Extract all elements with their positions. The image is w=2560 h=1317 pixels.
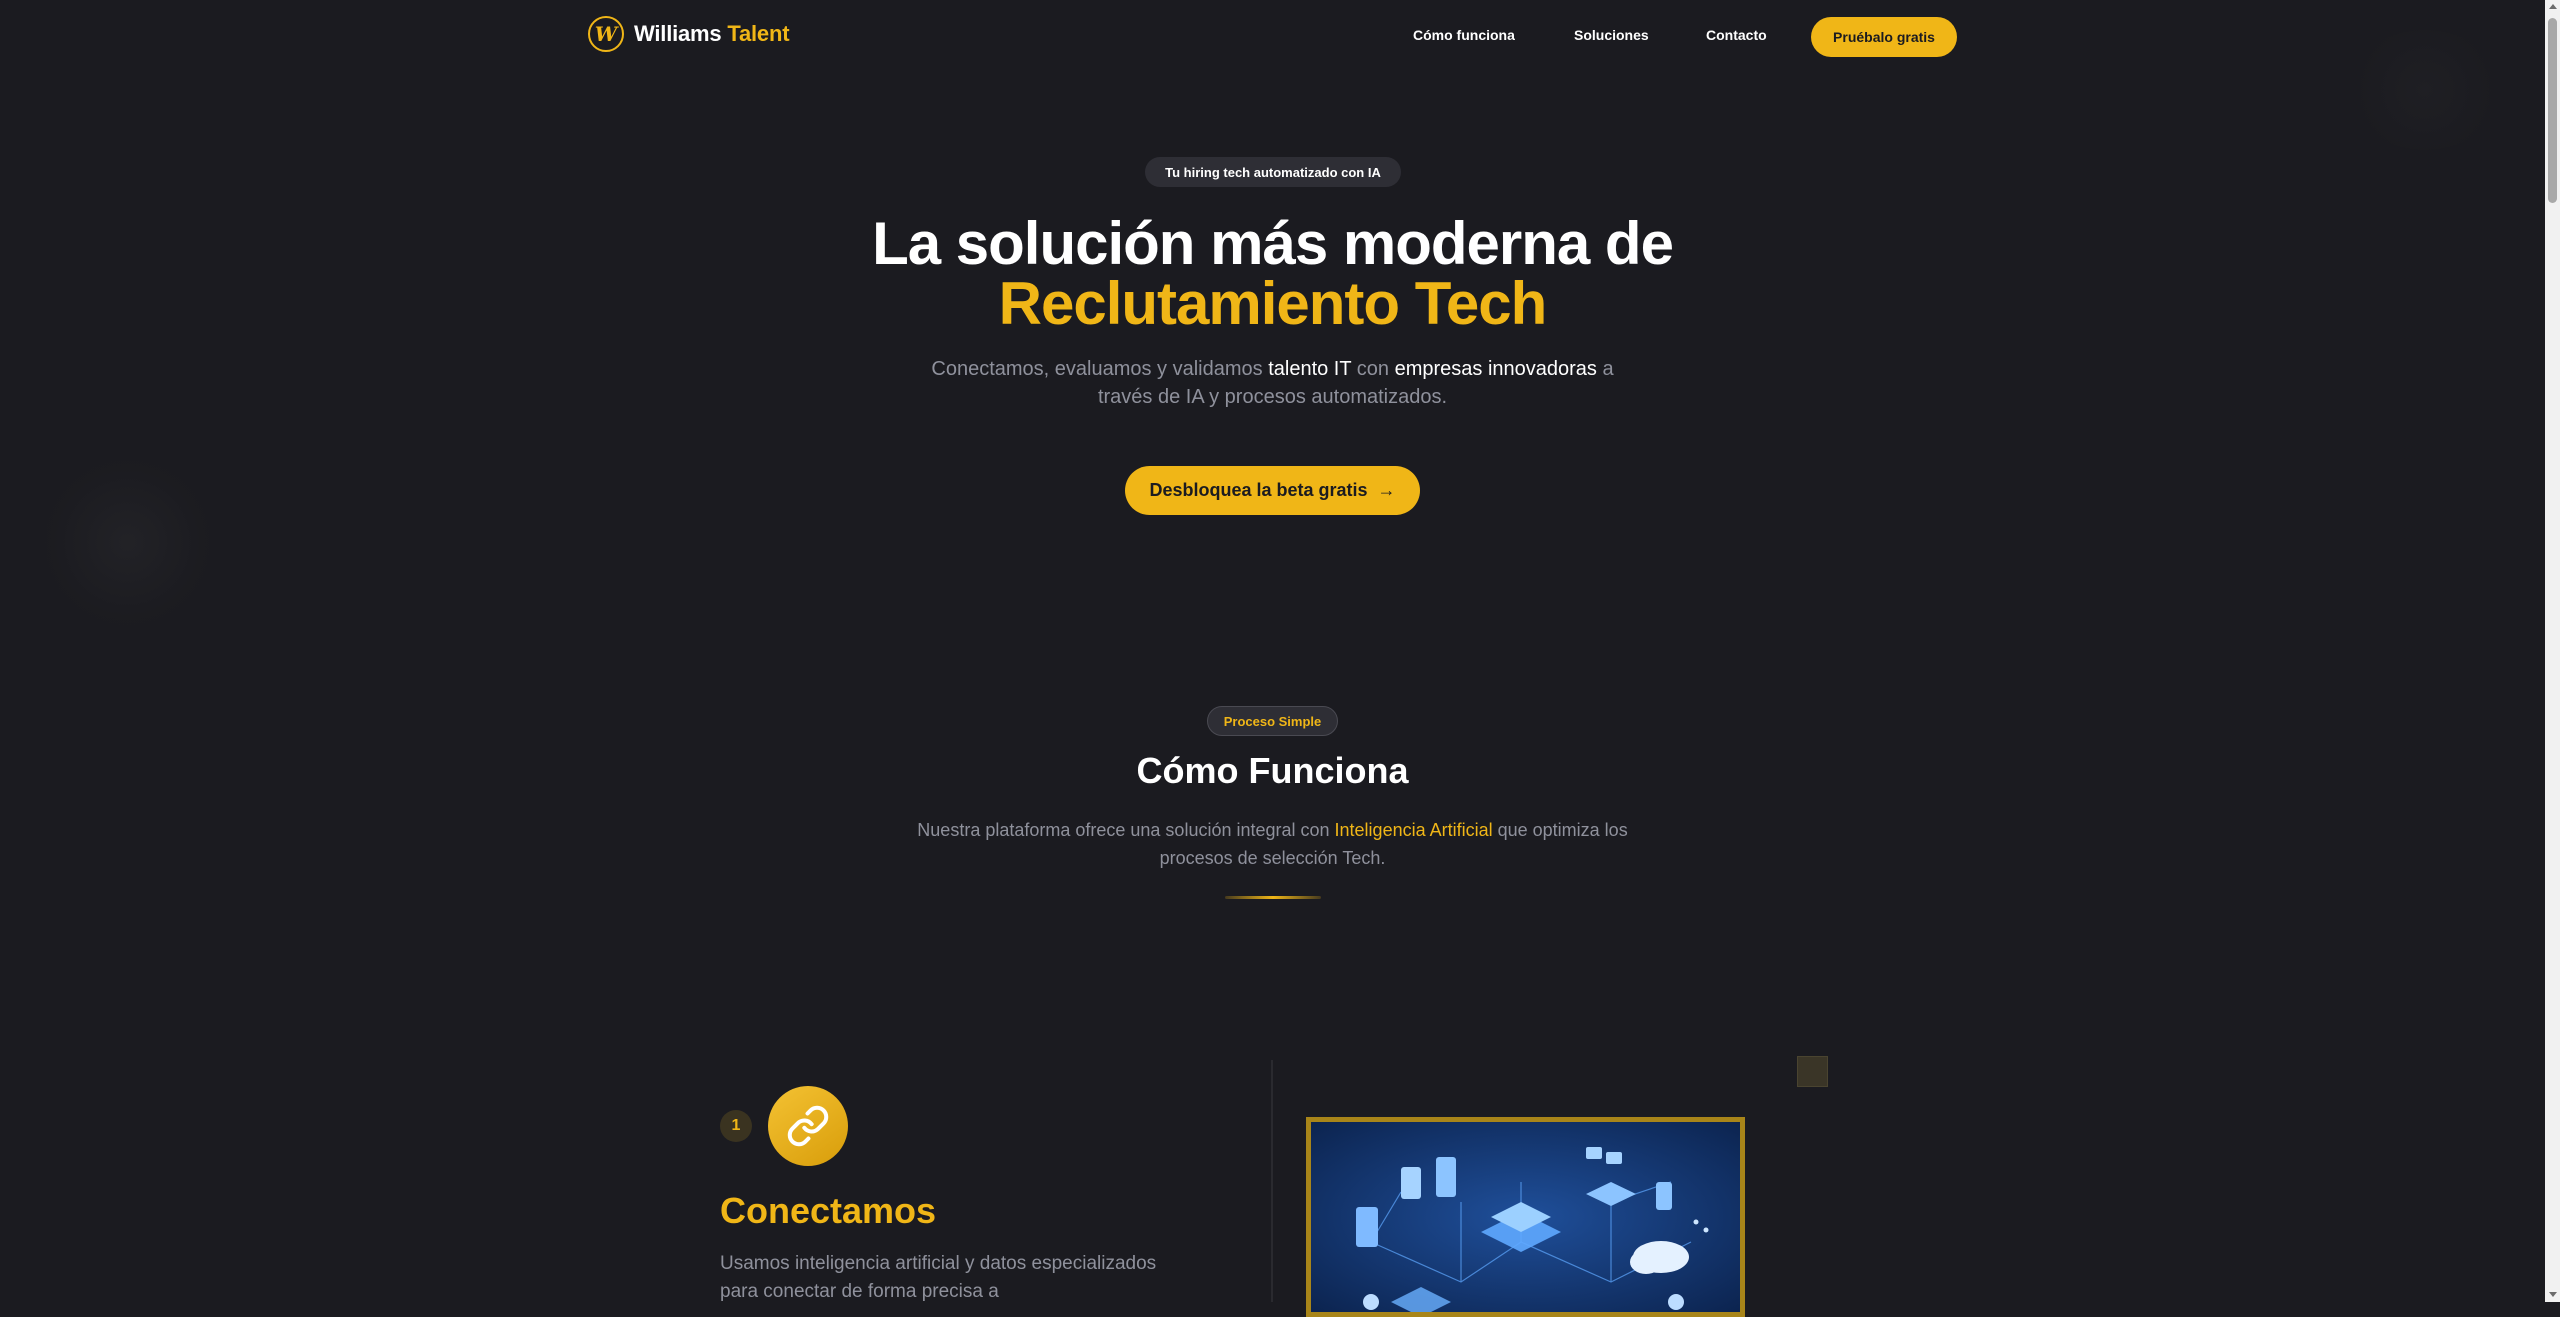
hero-subtitle-text: con [1351, 358, 1395, 380]
brand-name: Williams Talent [634, 21, 790, 47]
timeline-line [1271, 1060, 1273, 1302]
nav-link-como-funciona[interactable]: Cómo funciona [1413, 27, 1515, 43]
brand-name-accent: Talent [727, 21, 790, 46]
hero-subtitle-highlight: empresas innovadoras [1394, 358, 1597, 380]
brand-logo[interactable]: W Williams Talent [588, 16, 790, 52]
top-navbar: W Williams Talent Cómo funciona Solucion… [0, 0, 2545, 72]
step-description: Usamos inteligencia artificial y datos e… [720, 1253, 1157, 1302]
scroll-up-arrow-icon[interactable] [2549, 4, 2557, 9]
step-number: 1 [720, 1110, 752, 1142]
section-title: Cómo Funciona [1136, 750, 1409, 791]
hero-subtitle: Conectamos, evaluamos y validamos talent… [930, 355, 1615, 411]
hero-subtitle-text: Conectamos, evaluamos y validamos [931, 358, 1269, 380]
arrow-right-icon: → [1377, 480, 1396, 500]
unlock-beta-button[interactable]: Desbloquea la beta gratis → [1125, 466, 1420, 515]
process-badge: Proceso Simple [1207, 706, 1338, 736]
unlock-beta-label: Desbloquea la beta gratis [1149, 480, 1368, 500]
hero-title-line2: Reclutamiento Tech [998, 270, 1548, 337]
scrollbar-thumb[interactable] [2548, 18, 2557, 203]
step-title: Conectamos [720, 1190, 937, 1231]
brand-name-main: Williams [634, 21, 722, 46]
try-free-button[interactable]: Pruébalo gratis [1811, 17, 1957, 57]
scroll-down-arrow-icon[interactable] [2549, 1292, 2557, 1297]
decorative-square [1797, 1056, 1828, 1087]
section-divider [1225, 896, 1321, 899]
section-subtitle-text: Nuestra plataforma ofrece una solución i… [917, 820, 1335, 840]
section-subtitle-highlight: Inteligencia Artificial [1334, 820, 1493, 840]
hero-title-line1: La solución más moderna de [872, 210, 1674, 277]
logo-mark-icon: W [588, 16, 624, 52]
hero-subtitle-highlight: talento IT [1268, 358, 1352, 380]
nav-link-contacto[interactable]: Contacto [1706, 27, 1767, 43]
link-icon [768, 1086, 848, 1166]
hero-badge: Tu hiring tech automatizado con IA [1145, 157, 1401, 187]
nav-link-soluciones[interactable]: Soluciones [1574, 27, 1649, 43]
network-illustration [1306, 1117, 1745, 1317]
section-subtitle: Nuestra plataforma ofrece una solución i… [900, 816, 1645, 872]
background-glow [40, 455, 215, 630]
